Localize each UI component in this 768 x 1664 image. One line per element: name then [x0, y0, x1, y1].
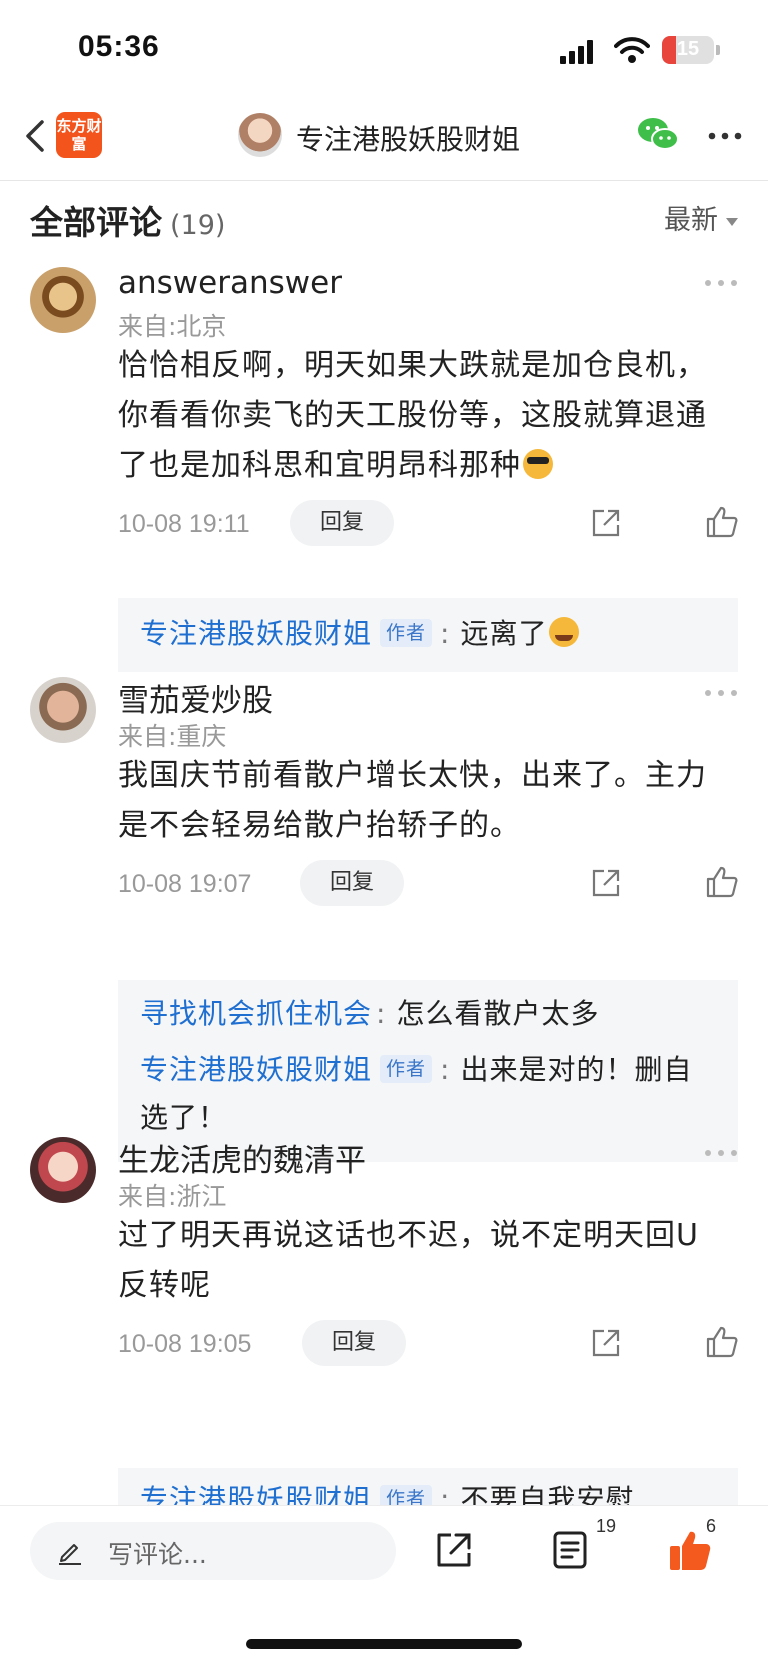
comment-time: 10-08 19:07: [118, 870, 252, 898]
comment-location: 来自:浙江: [118, 1182, 227, 1211]
wifi-icon: [614, 37, 650, 63]
reply-colon: :: [440, 617, 451, 650]
comments-title: 全部评论 (19): [30, 196, 225, 244]
avatar[interactable]: [30, 267, 96, 333]
thumbs-up-icon[interactable]: [705, 505, 739, 539]
comment-location: 来自:北京: [118, 312, 227, 341]
more-options-icon[interactable]: [708, 132, 742, 140]
author-badge: 作者: [380, 619, 433, 647]
back-arrow-icon[interactable]: [16, 116, 56, 156]
thumbs-up-icon[interactable]: [705, 1325, 739, 1359]
home-indicator: [246, 1639, 522, 1649]
cellular-signal-icon: [560, 40, 593, 64]
reply-item[interactable]: 专注港股妖股财姐 作者: 出来是对的！删自选了！: [118, 1046, 738, 1142]
more-options-icon[interactable]: [704, 1149, 738, 1157]
comment-username[interactable]: 生龙活虎的魏清平: [118, 1135, 366, 1180]
status-bar: 05:36 15: [0, 0, 768, 100]
page-title[interactable]: 专注港股妖股财姐: [296, 118, 520, 158]
comment-text: 过了明天再说这话也不迟，说不定明天回U反转呢: [118, 1218, 699, 1303]
sort-label: 最新: [664, 205, 718, 236]
comments-header: 全部评论 (19) 最新: [30, 190, 738, 242]
comment-username[interactable]: answeranswer: [118, 265, 342, 301]
reply-colon: :: [376, 997, 387, 1030]
pencil-icon: [59, 1544, 81, 1565]
like-count-badge: 6: [706, 1516, 717, 1536]
reply-button[interactable]: 回复: [290, 500, 394, 546]
laugh-cry-emoji: [549, 617, 580, 647]
comment-time: 10-08 19:11: [118, 510, 250, 538]
app-logo[interactable]: 东方财富: [56, 112, 102, 158]
sort-dropdown[interactable]: 最新: [664, 198, 738, 237]
bottom-bar: 写评论... 19 6: [0, 1505, 768, 1664]
nav-bar: 东方财富 专注港股妖股财姐: [0, 100, 768, 181]
comment-count-badge: 19: [596, 1516, 617, 1536]
comment-text: 恰恰相反啊，明天如果大跌就是加仓良机，你看看你卖飞的天工股份等，这股就算退通了也…: [118, 341, 718, 491]
battery-icon: 15: [662, 36, 720, 64]
comments-count: (19): [170, 210, 226, 241]
reply-author[interactable]: 专注港股妖股财姐: [140, 1053, 372, 1086]
avatar[interactable]: [30, 677, 96, 743]
comments-list-icon[interactable]: [552, 1530, 588, 1570]
comment-location: 来自:重庆: [118, 722, 227, 751]
share-icon[interactable]: [590, 1327, 622, 1359]
write-comment-placeholder: 写评论...: [108, 1540, 207, 1569]
share-icon[interactable]: [590, 507, 622, 539]
more-options-icon[interactable]: [704, 279, 738, 287]
comment-username[interactable]: 雪茄爱炒股: [118, 675, 273, 720]
author-badge: 作者: [380, 1055, 433, 1083]
thumbs-up-icon[interactable]: [705, 865, 739, 899]
reply-button[interactable]: 回复: [300, 860, 404, 906]
reply-author[interactable]: 专注港股妖股财姐: [140, 617, 372, 650]
reply-thread: 专注港股妖股财姐 作者: 远离了: [118, 598, 738, 672]
reply-text: 怎么看散户太多: [396, 997, 600, 1030]
status-time: 05:36: [78, 30, 160, 63]
share-icon[interactable]: [590, 867, 622, 899]
author-avatar[interactable]: [238, 113, 282, 157]
reply-item[interactable]: 专注港股妖股财姐 作者: 远离了: [118, 610, 738, 658]
reply-author[interactable]: 寻找机会抓住机会: [140, 997, 372, 1030]
comment-time: 10-08 19:05: [118, 1330, 252, 1358]
avatar[interactable]: [30, 1137, 96, 1203]
comment-text-body: 恰恰相反啊，明天如果大跌就是加仓良机，你看看你卖飞的天工股份等，这股就算退通了也…: [118, 348, 707, 483]
comment-text: 我国庆节前看散户增长太快，出来了。主力是不会轻易给散户抬轿子的。: [118, 758, 707, 843]
reply-text: 远离了: [460, 617, 548, 650]
wechat-share-icon[interactable]: [636, 114, 680, 154]
reply-colon: :: [440, 1053, 451, 1086]
comments-title-text: 全部评论: [30, 203, 162, 242]
write-comment-input[interactable]: 写评论...: [30, 1522, 396, 1580]
cool-sunglasses-emoji: [523, 448, 553, 479]
more-options-icon[interactable]: [704, 689, 738, 697]
share-icon[interactable]: [434, 1530, 474, 1570]
reply-item[interactable]: 寻找机会抓住机会: 怎么看散户太多: [118, 990, 738, 1038]
reply-button[interactable]: 回复: [302, 1320, 406, 1366]
battery-level: 15: [676, 38, 700, 60]
caret-down-icon: [726, 217, 738, 226]
